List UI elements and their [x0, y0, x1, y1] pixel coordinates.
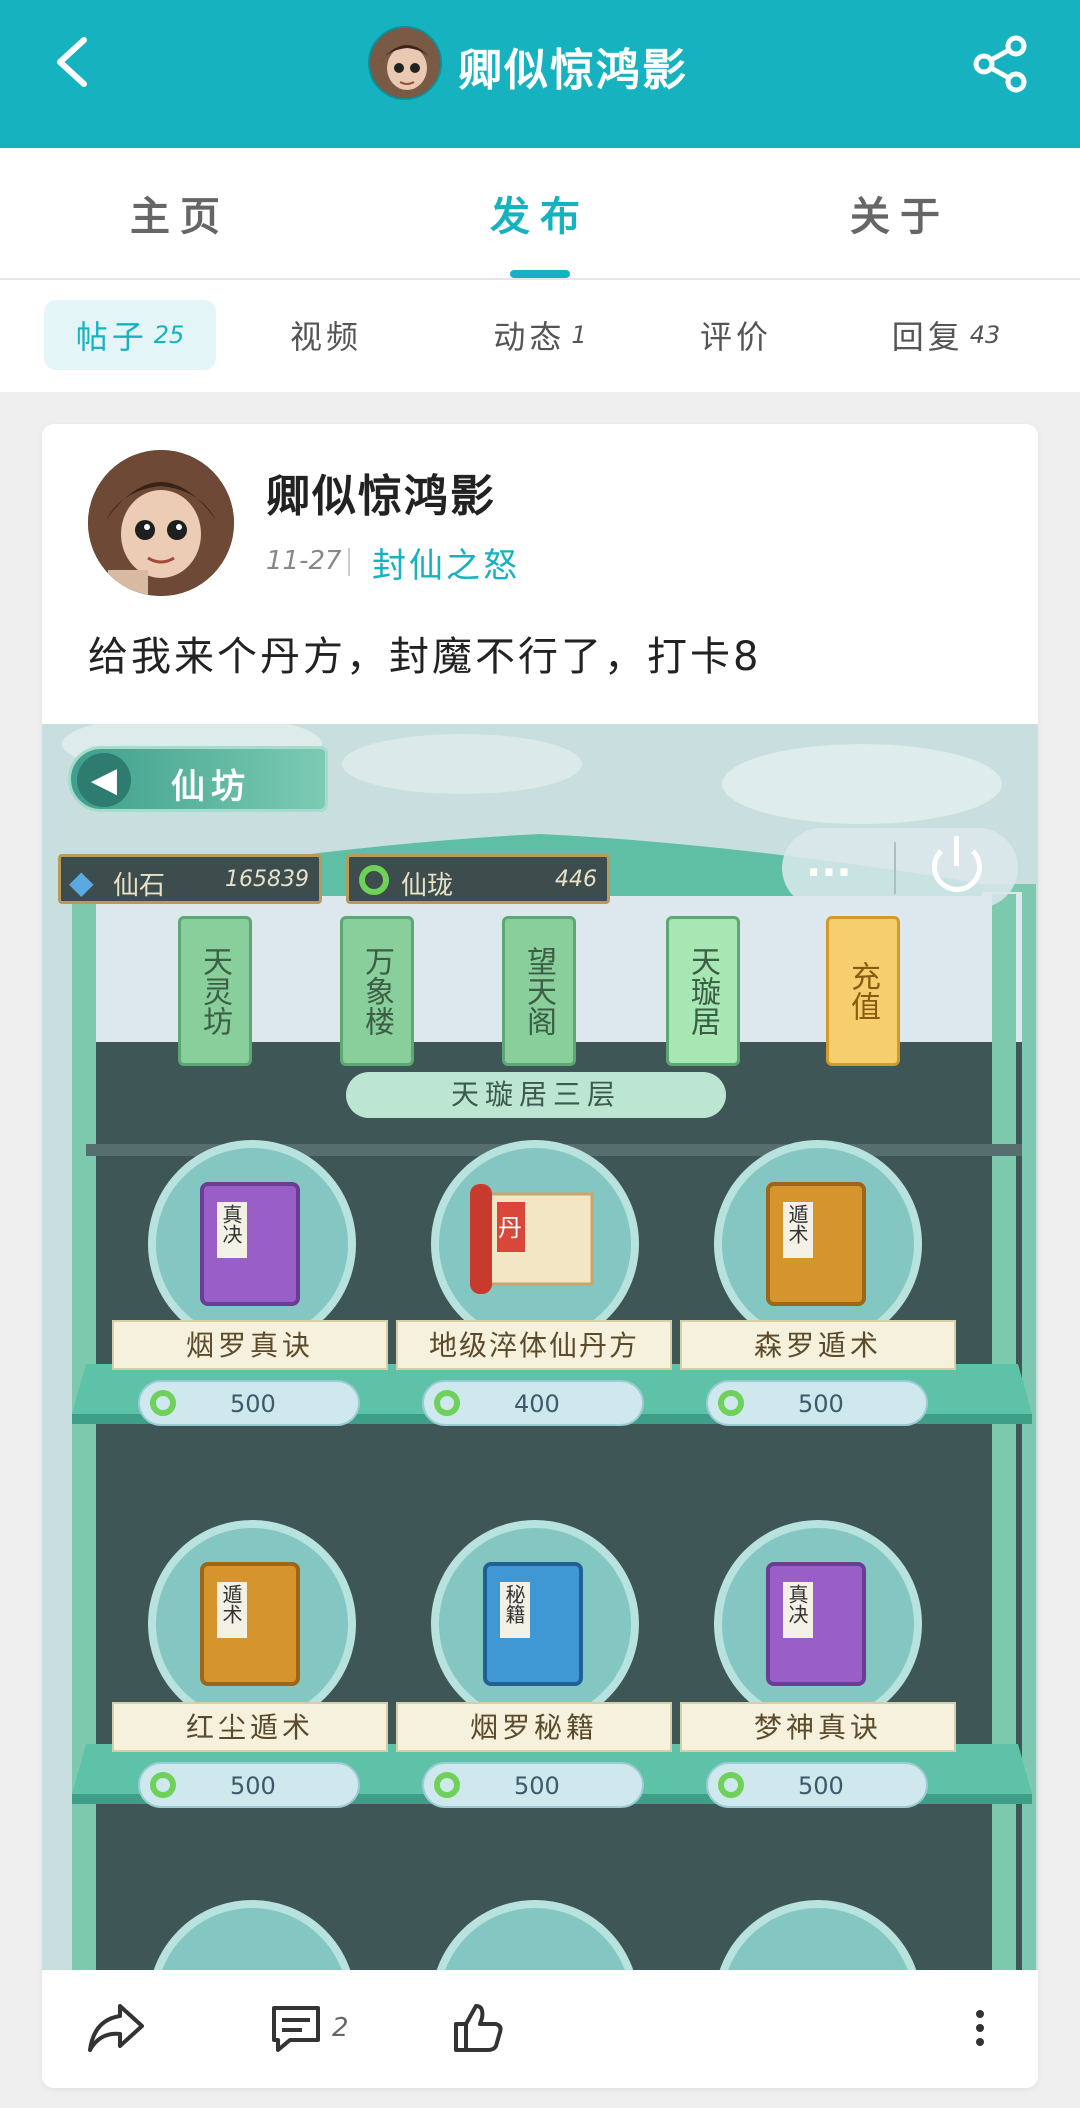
currency-stone: ◆ 仙石 165839 — [58, 854, 322, 904]
subtab-count: 1 — [571, 321, 587, 349]
arrow-left-icon: ◀ — [77, 753, 131, 807]
shop-tag[interactable]: 万象楼 — [340, 916, 414, 1066]
item-price[interactable]: 500 — [422, 1762, 644, 1808]
share-icon — [973, 35, 1027, 93]
jade-ring-icon — [718, 1390, 744, 1416]
subtab-label: 动态 — [493, 318, 566, 356]
game-back-button[interactable]: ◀ 仙坊 — [68, 746, 328, 812]
thumbs-up-icon — [454, 2004, 503, 2052]
jade-ring-icon — [150, 1772, 176, 1798]
like-button[interactable] — [450, 1996, 506, 2060]
comment-button[interactable]: 2 — [268, 1996, 349, 2060]
book-cover-label: 秘籍 — [502, 1584, 526, 1624]
subtab-label: 回复 — [891, 318, 964, 356]
share-post-button[interactable] — [86, 1996, 146, 2060]
shop-tag[interactable]: 望天阁 — [502, 916, 576, 1066]
subtab-label: 视频 — [289, 318, 362, 356]
more-icon: ... — [806, 840, 852, 886]
tab-home[interactable]: 主页 — [0, 148, 360, 278]
item-price[interactable]: 500 — [138, 1380, 360, 1426]
more-options-button[interactable] — [972, 1996, 988, 2060]
price-value: 500 — [798, 1772, 844, 1800]
chevron-left-icon — [57, 37, 87, 87]
post-image[interactable]: ◀ 仙坊 ... ◆ 仙石 165839 仙珑 446 天灵坊 万象楼 望天阁 … — [42, 724, 1038, 1970]
header-username: 卿似惊鸿影 — [458, 45, 688, 96]
item-price[interactable]: 500 — [706, 1380, 928, 1426]
book-cover-label: 遁术 — [785, 1204, 809, 1244]
price-value: 500 — [230, 1772, 276, 1800]
currency-label: 仙石 — [113, 871, 166, 901]
game-tag[interactable]: 封仙之怒 — [372, 538, 520, 587]
item-name: 森罗遁术 — [680, 1320, 956, 1370]
book-cover-label: 真决 — [219, 1204, 243, 1244]
price-value: 500 — [798, 1390, 844, 1418]
item-price[interactable]: 400 — [422, 1380, 644, 1426]
item-name: 地级淬体仙丹方 — [396, 1320, 672, 1370]
avatar[interactable] — [88, 450, 234, 596]
post-card[interactable]: 卿似惊鸿影 11-27 封仙之怒 给我来个丹方，封魔不行了，打卡8 ◀ 仙坊 .… — [42, 424, 1038, 2088]
currency-value: 165839 — [225, 867, 309, 892]
comment-icon — [272, 2006, 320, 2052]
subtab-videos[interactable]: 视频 — [246, 300, 406, 370]
item-price[interactable]: 500 — [138, 1762, 360, 1808]
recharge-tag[interactable]: 充值 — [826, 916, 900, 1066]
price-value: 500 — [230, 1390, 276, 1418]
currency-value: 446 — [555, 867, 597, 892]
game-menu-button[interactable]: ... — [782, 828, 1018, 908]
author-name[interactable]: 卿似惊鸿影 — [266, 460, 496, 524]
menu-divider — [894, 842, 896, 894]
subtab-label: 帖子 — [75, 318, 148, 356]
book-cover-label: 真决 — [785, 1584, 809, 1624]
share-button[interactable] — [964, 30, 1036, 98]
game-panel-title: 仙坊 — [171, 767, 251, 807]
price-value: 400 — [514, 1390, 560, 1418]
tab-about[interactable]: 关于 — [720, 148, 1080, 278]
comment-count: 2 — [332, 2013, 349, 2043]
subtab-activity[interactable]: 动态 1 — [450, 300, 630, 370]
subtab-reviews[interactable]: 评价 — [656, 300, 816, 370]
post-actions: 2 — [42, 1970, 1038, 2088]
subtab-replies[interactable]: 回复 43 — [856, 300, 1036, 370]
more-vertical-icon — [976, 2010, 984, 2046]
item-name: 梦神真诀 — [680, 1702, 956, 1752]
floor-banner: 天璇居三层 — [346, 1072, 726, 1118]
subtab-posts[interactable]: 帖子 25 — [44, 300, 216, 370]
main-tabs: 主页 发布 关于 — [0, 148, 1080, 278]
back-button[interactable] — [40, 30, 104, 94]
tab-published[interactable]: 发布 — [360, 148, 720, 278]
item-price[interactable]: 500 — [706, 1762, 928, 1808]
post-date: 11-27 — [266, 546, 342, 576]
post-text: 给我来个丹方，封魔不行了，打卡8 — [88, 634, 762, 680]
power-icon-line — [954, 836, 959, 866]
item-name: 烟罗真诀 — [112, 1320, 388, 1370]
meta-separator — [348, 548, 350, 576]
jade-ring-icon — [434, 1390, 460, 1416]
shop-tag-active[interactable]: 天璇居 — [666, 916, 740, 1066]
forward-arrow-icon — [88, 2004, 144, 2052]
price-value: 500 — [514, 1772, 560, 1800]
book-cover-label: 遁术 — [219, 1584, 243, 1624]
header-avatar[interactable] — [368, 26, 442, 100]
subtab-label: 评价 — [699, 318, 772, 356]
active-tab-indicator — [510, 270, 570, 278]
currency-jade: 仙珑 446 — [346, 854, 610, 904]
jade-ring-icon — [718, 1772, 744, 1798]
top-bar: 卿似惊鸿影 — [0, 0, 1080, 148]
subtab-count: 25 — [153, 321, 185, 349]
item-name: 红尘遁术 — [112, 1702, 388, 1752]
subtab-count: 43 — [969, 321, 1001, 349]
shop-tag[interactable]: 天灵坊 — [178, 916, 252, 1066]
jade-ring-icon — [434, 1772, 460, 1798]
currency-label: 仙珑 — [401, 871, 454, 901]
jade-ring-icon — [150, 1390, 176, 1416]
gem-icon: ◆ — [69, 863, 94, 901]
jade-ring-icon — [359, 865, 389, 895]
sub-tabs: 帖子 25 视频 动态 1 评价 回复 43 — [0, 280, 1080, 392]
item-name: 烟罗秘籍 — [396, 1702, 672, 1752]
scroll-cover-label: 丹 — [498, 1214, 522, 1242]
